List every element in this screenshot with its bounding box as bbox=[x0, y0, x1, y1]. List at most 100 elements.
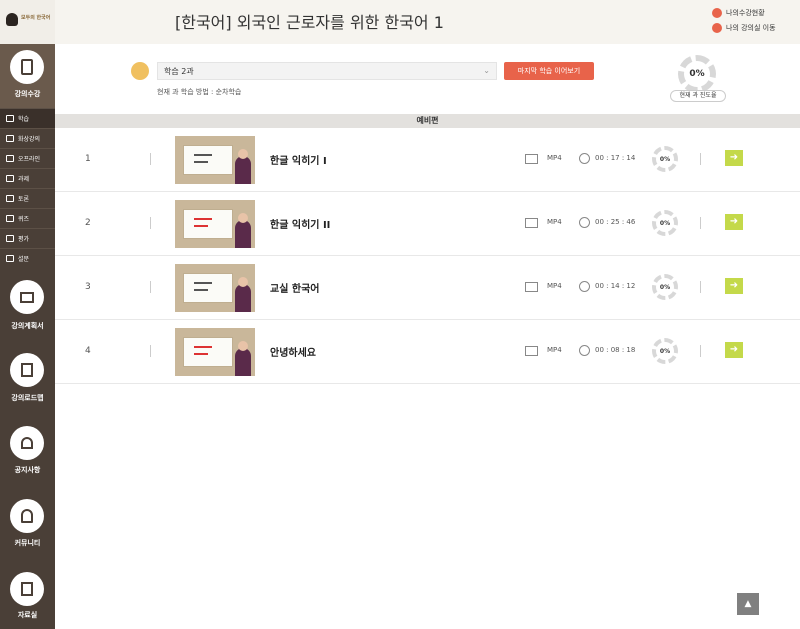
divider bbox=[700, 153, 701, 165]
logo-text: 모두의 한국어 bbox=[21, 15, 51, 21]
progress-label: 현재 과 진도율 bbox=[670, 90, 726, 102]
sidebar-item-survey[interactable]: 설문 bbox=[0, 248, 55, 268]
clock-icon bbox=[579, 345, 590, 356]
divider bbox=[700, 345, 701, 357]
lesson-format: MP4 bbox=[547, 346, 562, 354]
lesson-thumbnail[interactable] bbox=[175, 136, 255, 184]
sidebar-course-label: 강의수강 bbox=[14, 90, 41, 98]
pill-icon bbox=[131, 62, 149, 80]
lesson-title[interactable]: 한글 익히기 II bbox=[270, 216, 330, 231]
sidebar-item-exam[interactable]: 평가 bbox=[0, 228, 55, 248]
divider bbox=[150, 345, 151, 357]
go-arrow-button[interactable]: ➜ bbox=[725, 342, 743, 358]
sidebar-item-label: 과제 bbox=[18, 176, 30, 183]
lesson-title[interactable]: 한글 익히기 I bbox=[270, 152, 327, 167]
divider bbox=[700, 217, 701, 229]
lesson-select-value: 학습 2과 bbox=[164, 67, 194, 76]
sidebar-item-label: 퀴즈 bbox=[18, 216, 30, 223]
sidebar-item-assignment[interactable]: 과제 bbox=[0, 168, 55, 188]
user-icon bbox=[10, 499, 44, 533]
scroll-top-button[interactable]: ▲ bbox=[737, 593, 759, 615]
lesson-format: MP4 bbox=[547, 282, 562, 290]
lesson-progress: 0% bbox=[652, 274, 678, 300]
sidebar-item-label: 오프라인 bbox=[18, 156, 41, 163]
list-item: 4 안녕하세요 MP4 00 : 08 : 18 0% ➜ bbox=[55, 320, 800, 384]
sidebar-item-study[interactable]: 학습 bbox=[0, 108, 55, 128]
video-file-icon bbox=[525, 346, 538, 356]
lesson-select[interactable]: 학습 2과 ⌄ bbox=[157, 62, 497, 80]
clock-icon bbox=[579, 217, 590, 228]
lesson-progress-value: 0% bbox=[659, 347, 671, 355]
go-arrow-button[interactable]: ➜ bbox=[725, 214, 743, 230]
go-arrow-button[interactable]: ➜ bbox=[725, 150, 743, 166]
study-method: 현재 과 학습 방법 : 순차학습 bbox=[157, 88, 242, 96]
sidebar-item-discussion[interactable]: 토론 bbox=[0, 188, 55, 208]
page-title: [한국어] 외국인 근로자를 위한 한국어 1 bbox=[175, 13, 444, 32]
video-file-icon bbox=[525, 154, 538, 164]
offline-icon bbox=[6, 155, 14, 162]
sidebar-item-video[interactable]: 화상강의 bbox=[0, 128, 55, 148]
divider bbox=[150, 153, 151, 165]
folder-icon bbox=[10, 572, 44, 606]
chevron-down-icon: ⌄ bbox=[483, 66, 490, 75]
header: [한국어] 외국인 근로자를 위한 한국어 1 나의수강현황 나의 강의실 이동 bbox=[55, 0, 800, 44]
my-classroom-link[interactable]: 나의 강의실 이동 bbox=[712, 23, 776, 33]
lesson-thumbnail[interactable] bbox=[175, 264, 255, 312]
lesson-duration: 00 : 08 : 18 bbox=[595, 346, 636, 354]
sidebar-item-label: 강의로드맵 bbox=[11, 394, 44, 402]
sidebar-item-label: 공지사항 bbox=[14, 466, 41, 474]
divider bbox=[700, 281, 701, 293]
my-status-link[interactable]: 나의수강현황 bbox=[712, 8, 765, 18]
chart-icon bbox=[712, 8, 722, 18]
logo-icon bbox=[6, 13, 18, 26]
lesson-number: 2 bbox=[85, 218, 91, 228]
sidebar-course[interactable]: 강의수강 bbox=[0, 44, 55, 108]
sidebar-item-label: 토론 bbox=[18, 196, 30, 203]
lesson-duration: 00 : 14 : 12 bbox=[595, 282, 636, 290]
lesson-thumbnail[interactable] bbox=[175, 200, 255, 248]
quiz-icon bbox=[6, 215, 14, 222]
lesson-number: 3 bbox=[85, 282, 91, 292]
exam-icon bbox=[6, 235, 14, 242]
video-file-icon bbox=[525, 218, 538, 228]
sidebar-item-label: 커뮤니티 bbox=[14, 539, 41, 547]
list-item: 2 한글 익히기 II MP4 00 : 25 : 46 0% ➜ bbox=[55, 192, 800, 256]
people-icon bbox=[6, 195, 14, 202]
divider bbox=[150, 281, 151, 293]
lesson-progress-value: 0% bbox=[659, 219, 671, 227]
lesson-progress-value: 0% bbox=[659, 283, 671, 291]
resume-button[interactable]: 마지막 학습 이어보기 bbox=[504, 62, 594, 80]
lesson-format: MP4 bbox=[547, 154, 562, 162]
lesson-number: 4 bbox=[85, 346, 91, 356]
search-icon bbox=[712, 23, 722, 33]
lesson-progress: 0% bbox=[652, 210, 678, 236]
sidebar: 모두의 한국어 강의수강 학습 화상강의 오프라인 과제 토론 퀴즈 평가 설문… bbox=[0, 0, 55, 629]
list-item: 1 한글 익히기 I MP4 00 : 17 : 14 0% ➜ bbox=[55, 128, 800, 192]
book-icon bbox=[10, 353, 44, 387]
logo[interactable]: 모두의 한국어 bbox=[0, 0, 55, 44]
progress-value: 0% bbox=[689, 69, 705, 79]
my-classroom-label: 나의 강의실 이동 bbox=[726, 24, 776, 32]
tablet-icon bbox=[10, 50, 44, 84]
section-title: 예비편 bbox=[55, 114, 800, 128]
divider bbox=[150, 217, 151, 229]
my-status-label: 나의수강현황 bbox=[726, 9, 765, 17]
sidebar-item-quiz[interactable]: 퀴즈 bbox=[0, 208, 55, 228]
lesson-title[interactable]: 교실 한국어 bbox=[270, 280, 319, 295]
lesson-thumbnail[interactable] bbox=[175, 328, 255, 376]
lesson-duration: 00 : 17 : 14 bbox=[595, 154, 636, 162]
lesson-title[interactable]: 안녕하세요 bbox=[270, 344, 316, 359]
sidebar-item-label: 자료실 bbox=[17, 611, 38, 619]
go-arrow-button[interactable]: ➜ bbox=[725, 278, 743, 294]
lesson-progress: 0% bbox=[652, 338, 678, 364]
clock-icon bbox=[579, 281, 590, 292]
bell-icon bbox=[10, 426, 44, 460]
monitor-icon bbox=[10, 280, 44, 314]
graduation-icon bbox=[6, 115, 14, 122]
lesson-progress: 0% bbox=[652, 146, 678, 172]
sidebar-item-label: 강의계획서 bbox=[11, 322, 44, 330]
sidebar-item-offline[interactable]: 오프라인 bbox=[0, 148, 55, 168]
lesson-progress-value: 0% bbox=[659, 155, 671, 163]
lesson-number: 1 bbox=[85, 154, 91, 164]
sidebar-item-label: 화상강의 bbox=[18, 136, 41, 143]
